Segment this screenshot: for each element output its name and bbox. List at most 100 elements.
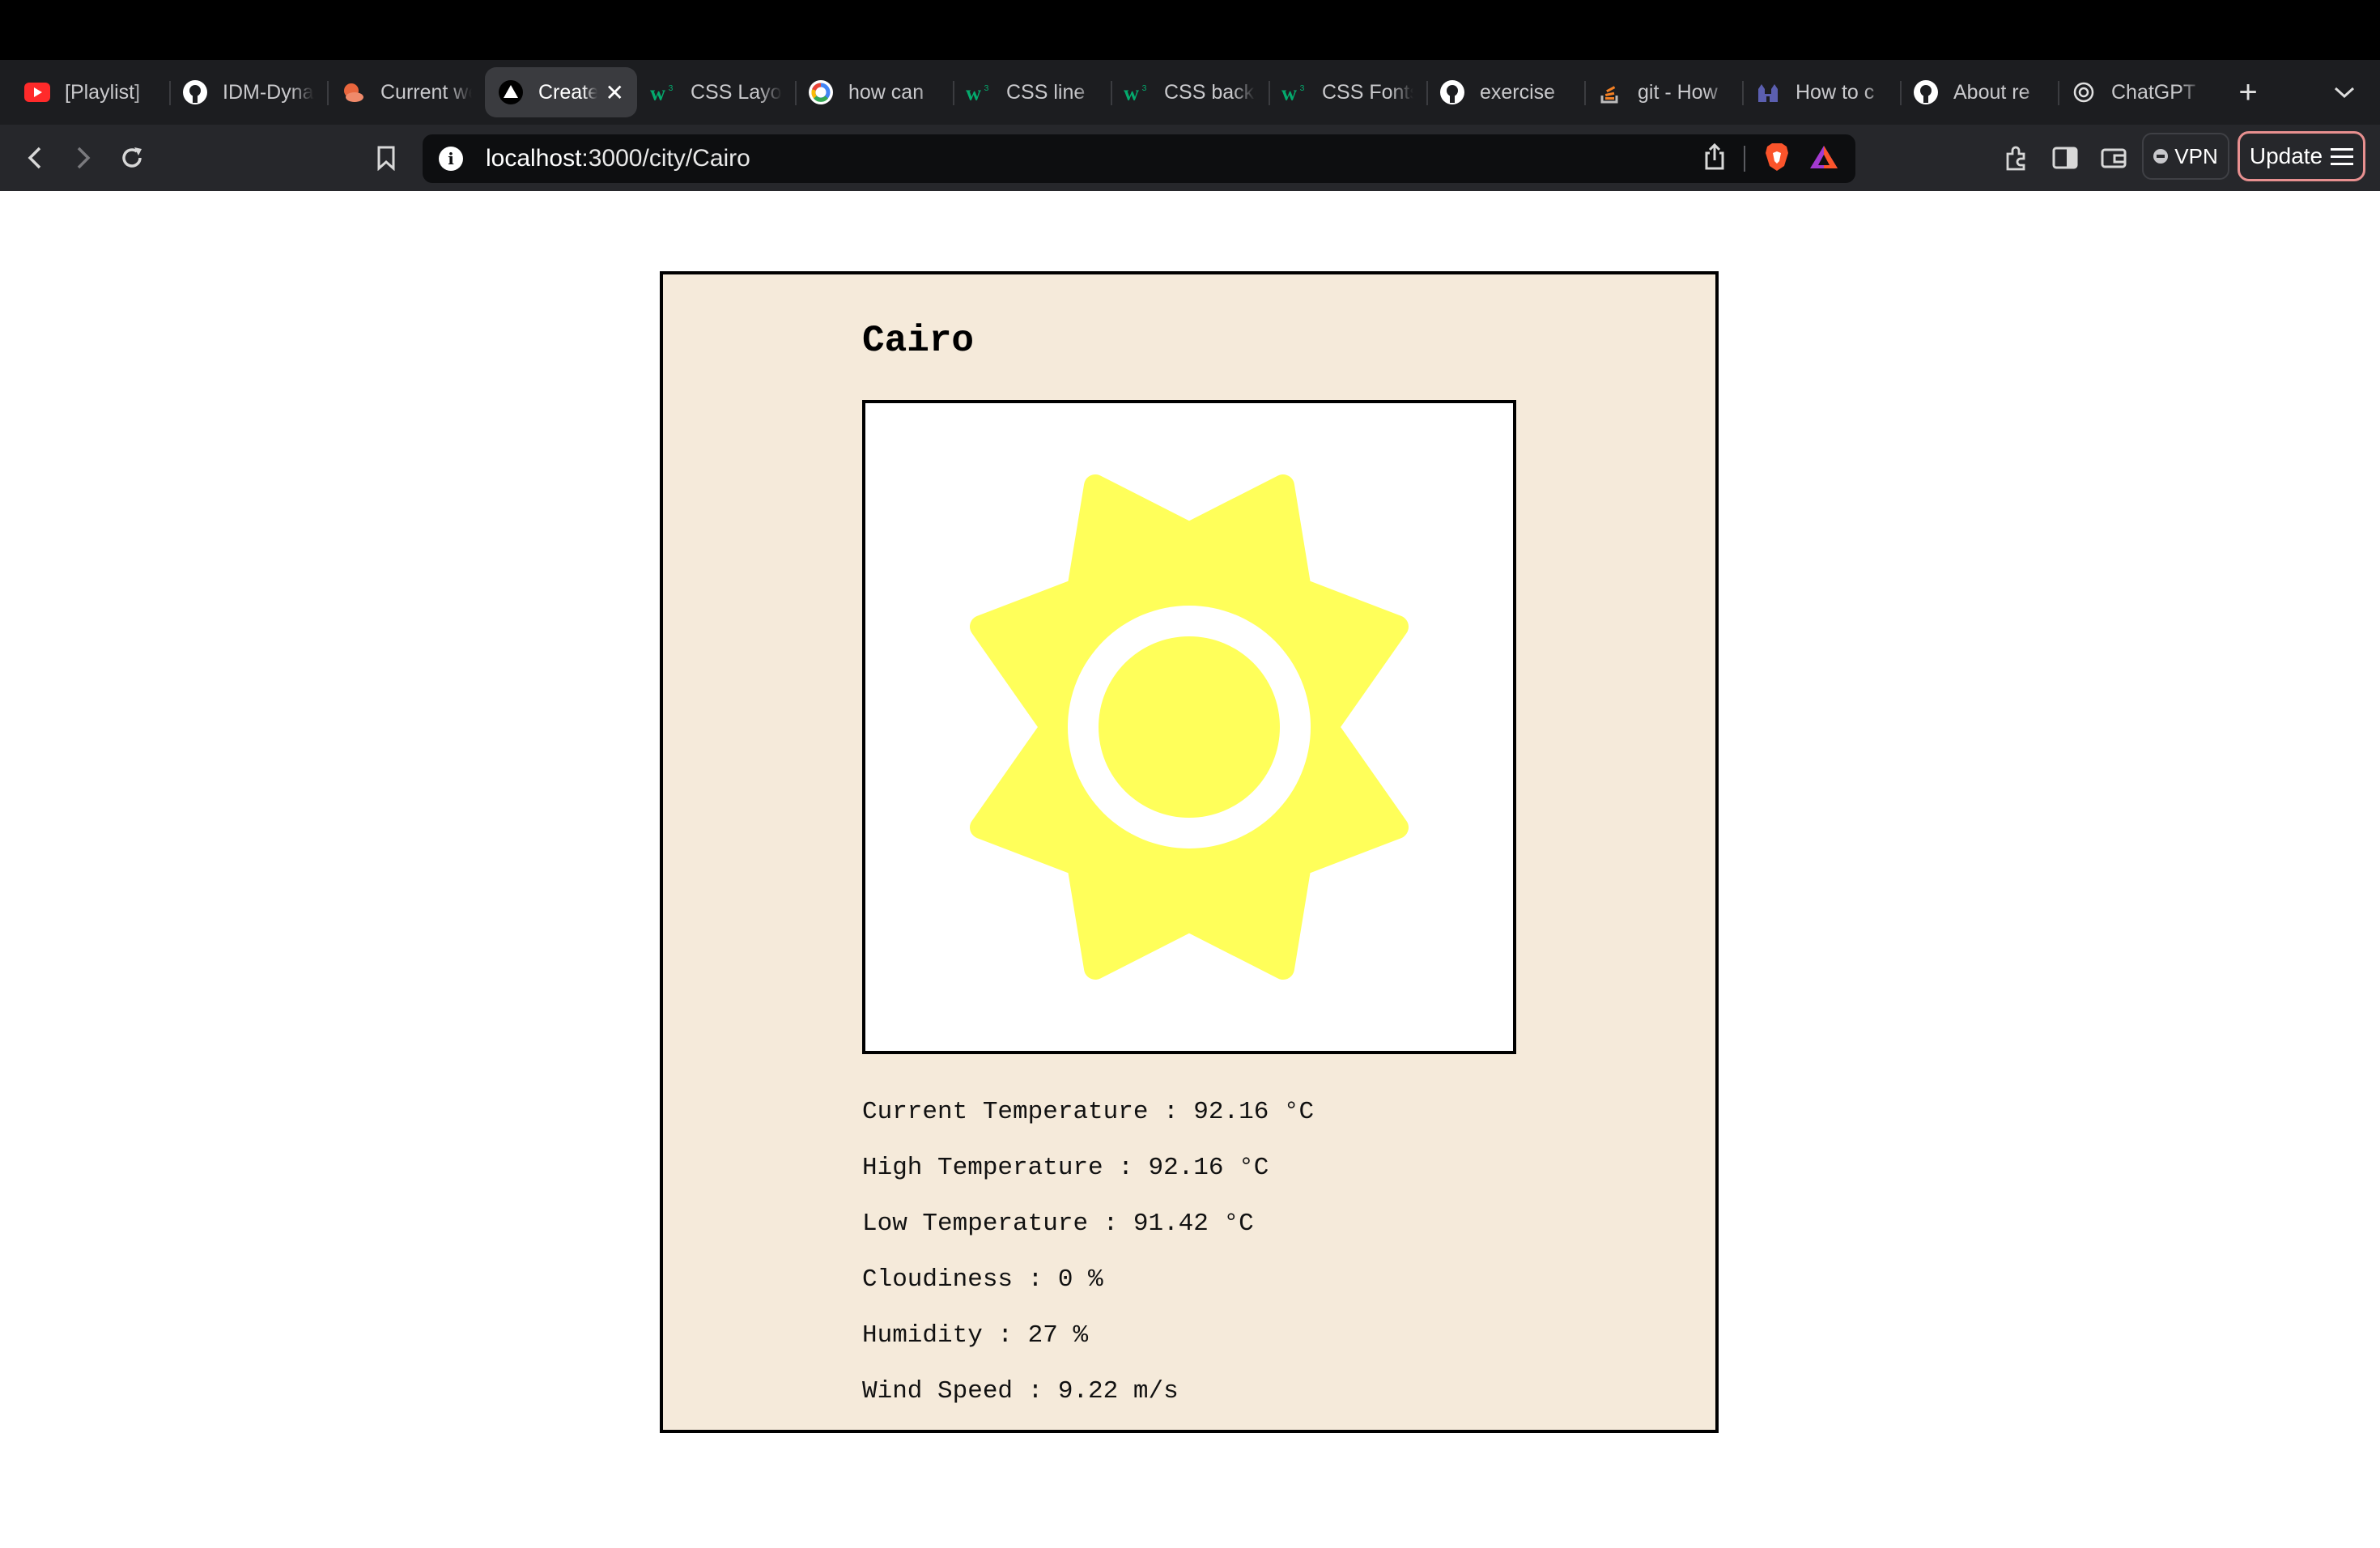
tab-title: Current weather <box>380 80 472 104</box>
brave-rewards-icon[interactable] <box>1808 143 1839 175</box>
vercel-triangle-icon <box>498 79 524 105</box>
svg-text:3: 3 <box>669 84 674 93</box>
tab-title: exercise <box>1480 80 1556 104</box>
stat-label: Cloudiness <box>862 1265 1014 1294</box>
tab-title: Create <box>538 80 597 104</box>
stat-value: 9.22 m/s <box>1057 1377 1179 1406</box>
tab-css-layout[interactable]: w3 CSS Layout <box>637 67 795 117</box>
close-icon[interactable]: ✕ <box>606 79 624 106</box>
github-icon <box>1439 79 1465 105</box>
tab-title: CSS line <box>1006 80 1086 104</box>
tab-title: CSS Layout <box>691 80 782 104</box>
openai-icon <box>2071 79 2097 105</box>
svg-text:3: 3 <box>1142 84 1147 93</box>
google-icon <box>808 79 834 105</box>
update-button[interactable]: Update <box>2238 131 2365 181</box>
tab-css-background[interactable]: w3 CSS background <box>1111 67 1269 117</box>
tab-title: CSS background <box>1164 80 1256 104</box>
sidebar-icon[interactable] <box>2045 138 2085 178</box>
tab-idm-dynamic[interactable]: IDM-Dynamic <box>169 67 327 117</box>
url-separator <box>1744 146 1745 172</box>
stackoverflow-icon <box>1597 79 1623 105</box>
svg-text:w: w <box>966 81 981 104</box>
stat-current-temperature: Current Temperature : 92.16 °C <box>862 1098 1315 1126</box>
svg-text:w: w <box>650 81 665 104</box>
vpn-button[interactable]: VPN <box>2142 133 2229 180</box>
stat-value: 92.16 °C <box>1148 1154 1269 1182</box>
svg-text:w: w <box>1281 81 1297 104</box>
share-icon[interactable] <box>1703 142 1726 175</box>
tab-how-to[interactable]: How to c <box>1742 67 1900 117</box>
stat-value: 92.16 °C <box>1193 1098 1315 1126</box>
tab-css-fonts[interactable]: w3 CSS Fonts <box>1269 67 1426 117</box>
extensions-icon[interactable] <box>1996 138 2037 178</box>
tab-title: IDM-Dynamic <box>223 80 314 104</box>
github-icon <box>1913 79 1939 105</box>
browser-toolbar: i localhost:3000/city/Cairo VPN Update <box>0 125 2380 191</box>
weather-stats: Current Temperature : 92.16 °C High Temp… <box>862 1084 1314 1419</box>
stat-wind-speed: Wind Speed : 9.22 m/s <box>862 1377 1179 1406</box>
tab-chatgpt[interactable]: ChatGPT <box>2058 67 2216 117</box>
tab-title: [Playlist] <box>65 80 141 104</box>
vpn-status-icon <box>2153 149 2169 164</box>
weather-app-icon <box>340 79 366 105</box>
w3schools-icon: w3 <box>650 79 676 105</box>
youtube-icon <box>24 79 50 105</box>
tab-title: how can <box>848 80 924 104</box>
url-text[interactable]: localhost:3000/city/Cairo <box>486 145 750 172</box>
menu-icon <box>2331 147 2354 165</box>
reload-icon[interactable] <box>112 138 152 178</box>
stat-label: Humidity <box>862 1321 983 1350</box>
w3schools-icon: w3 <box>1281 79 1307 105</box>
url-host: localhost <box>486 145 582 172</box>
stat-humidity: Humidity : 27 % <box>862 1321 1089 1350</box>
tab-title: ChatGPT <box>2111 80 2196 104</box>
tab-title: git - How <box>1638 80 1718 104</box>
weather-card: Cairo Current Temperature : 92.16 °C Hig… <box>660 271 1719 1433</box>
address-bar[interactable]: i localhost:3000/city/Cairo <box>423 134 1855 183</box>
tab-exercise[interactable]: exercise <box>1426 67 1584 117</box>
tab-how-can[interactable]: how can <box>795 67 953 117</box>
github-icon <box>182 79 208 105</box>
tab-title: CSS Fonts <box>1322 80 1413 104</box>
wallet-icon[interactable] <box>2093 138 2134 178</box>
stat-label: Wind Speed <box>862 1377 1014 1406</box>
chevron-down-icon[interactable] <box>2328 76 2361 108</box>
city-title: Cairo <box>862 320 975 362</box>
tab-css-line[interactable]: w3 CSS line <box>953 67 1111 117</box>
tab-create[interactable]: Create ✕ <box>485 67 637 117</box>
svg-text:3: 3 <box>1300 84 1305 93</box>
stat-value: 0 % <box>1057 1265 1103 1294</box>
url-path: :3000/city/Cairo <box>581 145 750 172</box>
tab-title: How to c <box>1796 80 1875 104</box>
weather-image-frame <box>862 400 1516 1054</box>
tab-title: About re <box>1953 80 2030 104</box>
tab-current-weather[interactable]: Current weather <box>327 67 485 117</box>
stat-label: Low Temperature <box>862 1210 1089 1238</box>
tab-git-how[interactable]: git - How <box>1584 67 1742 117</box>
stat-low-temperature: Low Temperature : 91.42 °C <box>862 1210 1254 1238</box>
bookmark-icon[interactable] <box>366 138 406 178</box>
tab-playlist[interactable]: [Playlist] <box>11 67 169 117</box>
forward-icon[interactable] <box>63 138 104 178</box>
vpn-label: VPN <box>2174 143 2218 168</box>
site-info-icon[interactable]: i <box>439 147 463 171</box>
sun-icon <box>970 474 1409 980</box>
new-tab-button[interactable]: + <box>2224 68 2272 117</box>
stat-label: Current Temperature <box>862 1098 1149 1126</box>
stat-high-temperature: High Temperature : 92.16 °C <box>862 1154 1269 1182</box>
tab-bar: [Playlist] IDM-Dynamic Current weather C… <box>0 60 2380 125</box>
stat-value: 27 % <box>1027 1321 1089 1350</box>
brave-shields-icon[interactable] <box>1763 142 1791 176</box>
window-top-strip <box>0 0 2380 60</box>
tab-about-re[interactable]: About re <box>1900 67 2058 117</box>
svg-text:w: w <box>1124 81 1139 104</box>
stat-label: High Temperature <box>862 1154 1103 1182</box>
svg-text:3: 3 <box>984 84 989 93</box>
back-icon[interactable] <box>15 138 55 178</box>
castle-icon <box>1755 79 1781 105</box>
w3schools-icon: w3 <box>1124 79 1150 105</box>
stat-cloudiness: Cloudiness : 0 % <box>862 1265 1103 1294</box>
w3schools-icon: w3 <box>966 79 992 105</box>
stat-value: 91.42 °C <box>1133 1210 1254 1238</box>
